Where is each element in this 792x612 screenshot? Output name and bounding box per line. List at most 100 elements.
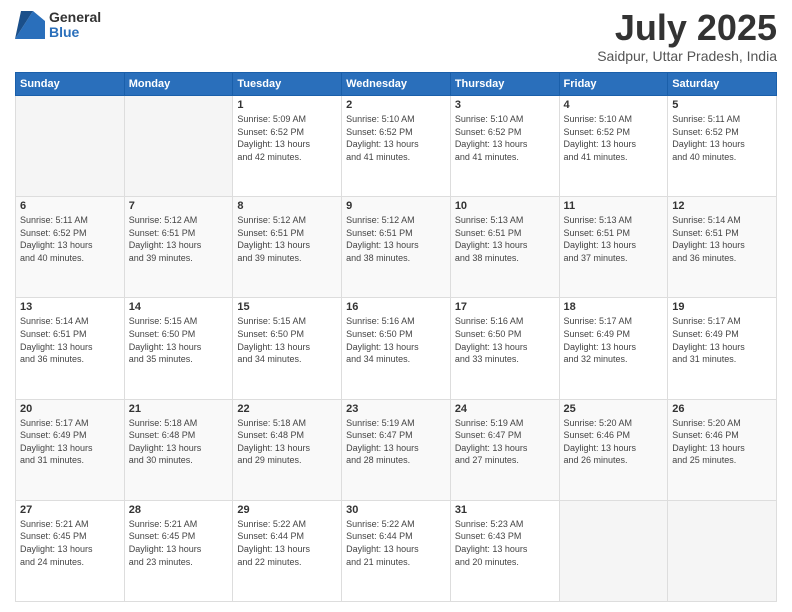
table-row: 25Sunrise: 5:20 AM Sunset: 6:46 PM Dayli… bbox=[559, 399, 668, 500]
table-row: 5 Sunrise: 5:11 AM Sunset: 6:52 PM Daylig… bbox=[668, 96, 777, 197]
day-info: Sunrise: 5:17 AM Sunset: 6:49 PM Dayligh… bbox=[564, 315, 664, 365]
table-row: 20 Sunrise: 5:17 AM Sunset: 6:49 PM Dayli… bbox=[16, 399, 125, 500]
day-number: 16 bbox=[346, 301, 446, 313]
day-number: 23 bbox=[346, 403, 446, 415]
table-row bbox=[668, 500, 777, 601]
table-row: 2 Sunrise: 5:10 AM Sunset: 6:52 PM Daylig… bbox=[342, 96, 451, 197]
day-info: Sunrise: 5:23 AM Sunset: 6:43 PM Dayligh… bbox=[455, 518, 555, 568]
page: General Blue July 2025 Saidpur, Uttar Pr… bbox=[0, 0, 792, 612]
table-row bbox=[16, 96, 125, 197]
table-row: 12 Sunrise: 5:14 AM Sunset: 6:51 PM Dayli… bbox=[668, 197, 777, 298]
day-info: Sunrise: 5:12 AM Sunset: 6:51 PM Dayligh… bbox=[129, 214, 229, 264]
header: General Blue July 2025 Saidpur, Uttar Pr… bbox=[15, 10, 777, 64]
day-number: 7 bbox=[129, 200, 229, 212]
day-number: 18 bbox=[564, 301, 664, 313]
table-row: 18 Sunrise: 5:17 AM Sunset: 6:49 PM Dayli… bbox=[559, 298, 668, 399]
day-number: 12 bbox=[672, 200, 772, 212]
day-number: 6 bbox=[20, 200, 120, 212]
day-info: Sunrise: 5:17 AM Sunset: 6:49 PM Dayligh… bbox=[672, 315, 772, 365]
table-row: 6 Sunrise: 5:11 AM Sunset: 6:52 PM Daylig… bbox=[16, 197, 125, 298]
logo: General Blue bbox=[15, 10, 101, 41]
day-info: Sunrise: 5:11 AM Sunset: 6:52 PM Dayligh… bbox=[672, 113, 772, 163]
day-number: 20 bbox=[20, 403, 120, 415]
table-row: 4 Sunrise: 5:10 AM Sunset: 6:52 PM Daylig… bbox=[559, 96, 668, 197]
location-subtitle: Saidpur, Uttar Pradesh, India bbox=[597, 48, 777, 64]
day-info: Sunrise: 5:20 AM Sunset: 6:46 PM Dayligh… bbox=[672, 417, 772, 467]
table-row: 3Sunrise: 5:10 AM Sunset: 6:52 PM Daylig… bbox=[450, 96, 559, 197]
col-sunday: Sunday bbox=[16, 73, 125, 96]
day-number: 27 bbox=[20, 504, 120, 516]
day-number: 26 bbox=[672, 403, 772, 415]
day-number: 22 bbox=[237, 403, 337, 415]
day-info: Sunrise: 5:15 AM Sunset: 6:50 PM Dayligh… bbox=[237, 315, 337, 365]
day-number: 14 bbox=[129, 301, 229, 313]
day-number: 5 bbox=[672, 99, 772, 111]
day-info: Sunrise: 5:14 AM Sunset: 6:51 PM Dayligh… bbox=[20, 315, 120, 365]
calendar-week-row: 13 Sunrise: 5:14 AM Sunset: 6:51 PM Dayli… bbox=[16, 298, 777, 399]
day-info: Sunrise: 5:13 AM Sunset: 6:51 PM Dayligh… bbox=[455, 214, 555, 264]
table-row: 1 Sunrise: 5:09 AM Sunset: 6:52 PM Daylig… bbox=[233, 96, 342, 197]
day-info: Sunrise: 5:21 AM Sunset: 6:45 PM Dayligh… bbox=[20, 518, 120, 568]
day-info: Sunrise: 5:15 AM Sunset: 6:50 PM Dayligh… bbox=[129, 315, 229, 365]
table-row: 24 Sunrise: 5:19 AM Sunset: 6:47 PM Dayli… bbox=[450, 399, 559, 500]
table-row: 27 Sunrise: 5:21 AM Sunset: 6:45 PM Dayli… bbox=[16, 500, 125, 601]
day-info: Sunrise: 5:11 AM Sunset: 6:52 PM Dayligh… bbox=[20, 214, 120, 264]
day-number: 24 bbox=[455, 403, 555, 415]
calendar-week-row: 27 Sunrise: 5:21 AM Sunset: 6:45 PM Dayli… bbox=[16, 500, 777, 601]
day-number: 10 bbox=[455, 200, 555, 212]
col-wednesday: Wednesday bbox=[342, 73, 451, 96]
table-row: 7 Sunrise: 5:12 AM Sunset: 6:51 PM Daylig… bbox=[124, 197, 233, 298]
day-number: 8 bbox=[237, 200, 337, 212]
day-number: 1 bbox=[237, 99, 337, 111]
table-row: 16 Sunrise: 5:16 AM Sunset: 6:50 PM Dayli… bbox=[342, 298, 451, 399]
table-row: 26 Sunrise: 5:20 AM Sunset: 6:46 PM Dayli… bbox=[668, 399, 777, 500]
day-number: 31 bbox=[455, 504, 555, 516]
table-row: 21Sunrise: 5:18 AM Sunset: 6:48 PM Dayli… bbox=[124, 399, 233, 500]
month-title: July 2025 bbox=[597, 10, 777, 46]
day-number: 30 bbox=[346, 504, 446, 516]
day-info: Sunrise: 5:17 AM Sunset: 6:49 PM Dayligh… bbox=[20, 417, 120, 467]
day-number: 19 bbox=[672, 301, 772, 313]
day-number: 4 bbox=[564, 99, 664, 111]
col-friday: Friday bbox=[559, 73, 668, 96]
col-monday: Monday bbox=[124, 73, 233, 96]
day-number: 15 bbox=[237, 301, 337, 313]
table-row: 8 Sunrise: 5:12 AM Sunset: 6:51 PM Daylig… bbox=[233, 197, 342, 298]
table-row: 9Sunrise: 5:12 AM Sunset: 6:51 PM Daylig… bbox=[342, 197, 451, 298]
table-row: 19 Sunrise: 5:17 AM Sunset: 6:49 PM Dayli… bbox=[668, 298, 777, 399]
day-number: 29 bbox=[237, 504, 337, 516]
calendar-week-row: 1 Sunrise: 5:09 AM Sunset: 6:52 PM Daylig… bbox=[16, 96, 777, 197]
calendar-header-row: Sunday Monday Tuesday Wednesday Thursday… bbox=[16, 73, 777, 96]
day-info: Sunrise: 5:18 AM Sunset: 6:48 PM Dayligh… bbox=[129, 417, 229, 467]
day-info: Sunrise: 5:10 AM Sunset: 6:52 PM Dayligh… bbox=[346, 113, 446, 163]
logo-general-text: General bbox=[49, 10, 101, 25]
day-info: Sunrise: 5:16 AM Sunset: 6:50 PM Dayligh… bbox=[455, 315, 555, 365]
col-thursday: Thursday bbox=[450, 73, 559, 96]
logo-text: General Blue bbox=[49, 10, 101, 41]
day-info: Sunrise: 5:19 AM Sunset: 6:47 PM Dayligh… bbox=[455, 417, 555, 467]
table-row: 31 Sunrise: 5:23 AM Sunset: 6:43 PM Dayli… bbox=[450, 500, 559, 601]
col-saturday: Saturday bbox=[668, 73, 777, 96]
table-row: 17 Sunrise: 5:16 AM Sunset: 6:50 PM Dayli… bbox=[450, 298, 559, 399]
day-info: Sunrise: 5:14 AM Sunset: 6:51 PM Dayligh… bbox=[672, 214, 772, 264]
day-number: 13 bbox=[20, 301, 120, 313]
day-info: Sunrise: 5:21 AM Sunset: 6:45 PM Dayligh… bbox=[129, 518, 229, 568]
day-number: 25 bbox=[564, 403, 664, 415]
table-row: 30 Sunrise: 5:22 AM Sunset: 6:44 PM Dayli… bbox=[342, 500, 451, 601]
table-row: 29 Sunrise: 5:22 AM Sunset: 6:44 PM Dayli… bbox=[233, 500, 342, 601]
logo-blue-text: Blue bbox=[49, 25, 101, 40]
day-number: 2 bbox=[346, 99, 446, 111]
day-info: Sunrise: 5:16 AM Sunset: 6:50 PM Dayligh… bbox=[346, 315, 446, 365]
table-row bbox=[559, 500, 668, 601]
col-tuesday: Tuesday bbox=[233, 73, 342, 96]
day-info: Sunrise: 5:10 AM Sunset: 6:52 PM Dayligh… bbox=[564, 113, 664, 163]
day-info: Sunrise: 5:12 AM Sunset: 6:51 PM Dayligh… bbox=[237, 214, 337, 264]
day-number: 17 bbox=[455, 301, 555, 313]
day-info: Sunrise: 5:22 AM Sunset: 6:44 PM Dayligh… bbox=[346, 518, 446, 568]
day-info: Sunrise: 5:22 AM Sunset: 6:44 PM Dayligh… bbox=[237, 518, 337, 568]
day-info: Sunrise: 5:19 AM Sunset: 6:47 PM Dayligh… bbox=[346, 417, 446, 467]
table-row: 11Sunrise: 5:13 AM Sunset: 6:51 PM Dayli… bbox=[559, 197, 668, 298]
day-info: Sunrise: 5:09 AM Sunset: 6:52 PM Dayligh… bbox=[237, 113, 337, 163]
table-row: 15 Sunrise: 5:15 AM Sunset: 6:50 PM Dayli… bbox=[233, 298, 342, 399]
day-info: Sunrise: 5:10 AM Sunset: 6:52 PM Dayligh… bbox=[455, 113, 555, 163]
